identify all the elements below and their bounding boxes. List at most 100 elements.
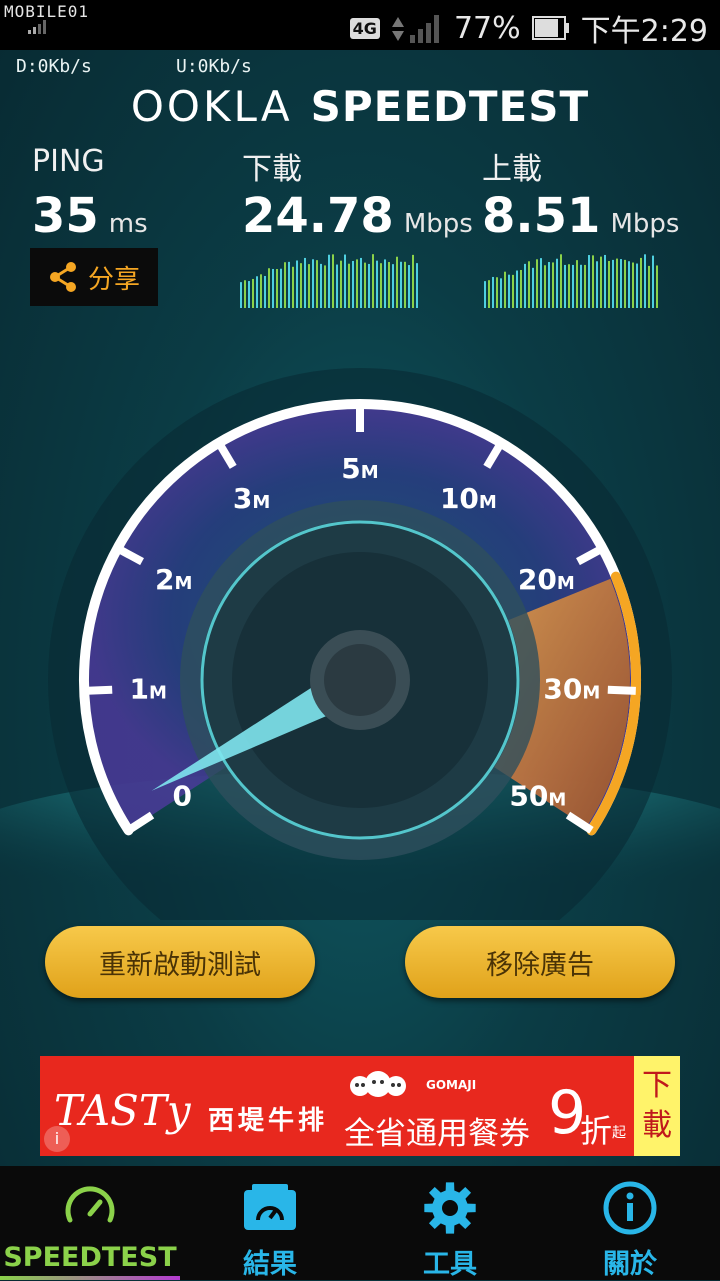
info-icon [603, 1181, 657, 1235]
dl-bars-bar [276, 269, 278, 308]
dl-bars-bar [308, 264, 310, 308]
ul-bars-bar [556, 258, 558, 308]
ad-info-icon[interactable]: i [44, 1126, 70, 1152]
ul-bars-bar [652, 255, 654, 308]
ul-bars-bar [624, 259, 626, 308]
traffic-rates: D:0Kb/s U:0Kb/s [16, 56, 336, 77]
dl-bars-bar [304, 257, 306, 308]
bottom-navigation: SPEEDTEST 結果 工具 關於 [0, 1166, 720, 1280]
ul-bars-bar [500, 278, 502, 308]
dl-bars-bar [364, 262, 366, 308]
download-rate: D:0Kb/s [16, 56, 92, 77]
dl-bars-bar [252, 278, 254, 308]
battery-percent: 77% [453, 10, 521, 46]
nav-about[interactable]: 關於 [540, 1166, 720, 1280]
ping-label: PING [32, 144, 105, 179]
dl-bars-bar [300, 263, 302, 308]
ad-steak-text: 西堤牛排 [208, 1106, 329, 1136]
watermark: MOBILE01 [4, 2, 90, 21]
ul-bars-bar [612, 259, 614, 308]
speedometer-icon [65, 1186, 115, 1223]
ul-bars-bar [532, 267, 534, 308]
dl-bars-bar [376, 260, 378, 308]
upload-label: 上載 [482, 152, 542, 187]
dl-bars-bar [280, 268, 282, 308]
ul-bars-bar [644, 254, 646, 308]
ul-bars-bar [516, 270, 518, 308]
speedtest-logo: OOKLA SPEEDTEST [0, 82, 720, 131]
gear-icon [424, 1182, 476, 1234]
battery-icon [531, 16, 569, 40]
nav-tools[interactable]: 工具 [360, 1166, 540, 1280]
ul-bars-bar [620, 259, 622, 308]
ul-bars-bar [512, 274, 514, 308]
download-speed-graph [240, 254, 418, 308]
ul-bars-bar [584, 264, 586, 308]
dl-bars-bar [272, 268, 274, 308]
dl-bars-bar [368, 263, 370, 308]
restart-test-button[interactable]: 重新啟動測試 [45, 926, 315, 998]
gauge-center-cap-inner [324, 644, 396, 716]
dl-bars-bar [392, 264, 394, 308]
results-folder-icon [244, 1184, 296, 1230]
dl-bars-bar [396, 256, 398, 308]
ul-bars-bar [628, 261, 630, 308]
share-icon [49, 262, 76, 292]
dl-bars-bar [336, 264, 338, 308]
dl-bars-bar [412, 254, 414, 308]
network-type-badge: 4G [349, 17, 380, 39]
gauge-label-0: 0 [172, 779, 191, 812]
nav-results[interactable]: 結果 [180, 1166, 360, 1280]
ul-bars-bar [596, 261, 598, 308]
dl-bars-bar [296, 260, 298, 308]
ul-bars-bar [600, 256, 602, 308]
ul-bars-bar [580, 264, 582, 308]
dl-bars-bar [240, 282, 242, 308]
dl-bars-bar [380, 263, 382, 308]
dl-bars-bar [320, 263, 322, 308]
signal-icon-mini [28, 20, 46, 34]
download-value-block: 24.78 Mbps [242, 188, 473, 244]
ping-value-block: 35 ms [32, 188, 148, 244]
ul-bars-bar [568, 264, 570, 308]
ul-bars-bar [496, 277, 498, 308]
signal-strength-icon [391, 15, 439, 43]
ul-bars-bar [492, 276, 494, 308]
dl-bars-bar [384, 259, 386, 308]
status-bar: MOBILE01 4G 77% 下午2:29 [0, 0, 720, 50]
ul-bars-bar [560, 254, 562, 308]
ul-bars-bar [604, 254, 606, 308]
ul-bars-bar [504, 271, 506, 308]
remove-ads-button[interactable]: 移除廣告 [405, 926, 675, 998]
nav-tools-label: 工具 [423, 1249, 477, 1280]
nav-speedtest[interactable]: SPEEDTEST [0, 1166, 180, 1280]
upload-unit: Mbps [610, 209, 680, 239]
ul-bars-bar [524, 263, 526, 308]
nav-about-label: 關於 [603, 1249, 657, 1280]
ul-bars-bar [636, 263, 638, 308]
share-button[interactable]: 分享 [30, 248, 158, 306]
dl-bars-bar [256, 276, 258, 308]
ul-bars-bar [528, 261, 530, 308]
dl-bars-bar [332, 254, 334, 308]
nav-speedtest-label: SPEEDTEST [3, 1242, 177, 1273]
ul-bars-bar [588, 255, 590, 308]
ul-bars-bar [508, 274, 510, 308]
dl-bars-bar [292, 266, 294, 308]
ul-bars-bar [544, 265, 546, 308]
ad-download-button[interactable]: 下載 [634, 1056, 680, 1156]
dl-bars-bar [244, 280, 246, 308]
upload-value: 8.51 [482, 188, 601, 244]
ad-banner[interactable]: TASTy 西堤牛排 GOMAJI 全省通用餐券 9 折 起 下載 i [40, 1056, 680, 1156]
dl-bars-bar [288, 261, 290, 308]
ping-value: 35 [32, 188, 99, 244]
dl-bars-bar [284, 262, 286, 308]
dl-bars-bar [400, 261, 402, 308]
ul-bars-bar [648, 265, 650, 308]
ul-bars-bar [572, 264, 574, 308]
ul-bars-bar [484, 281, 486, 308]
ul-bars-bar [548, 262, 550, 308]
ping-unit: ms [108, 209, 148, 239]
ul-bars-bar [656, 265, 658, 308]
ul-bars-bar [592, 255, 594, 308]
